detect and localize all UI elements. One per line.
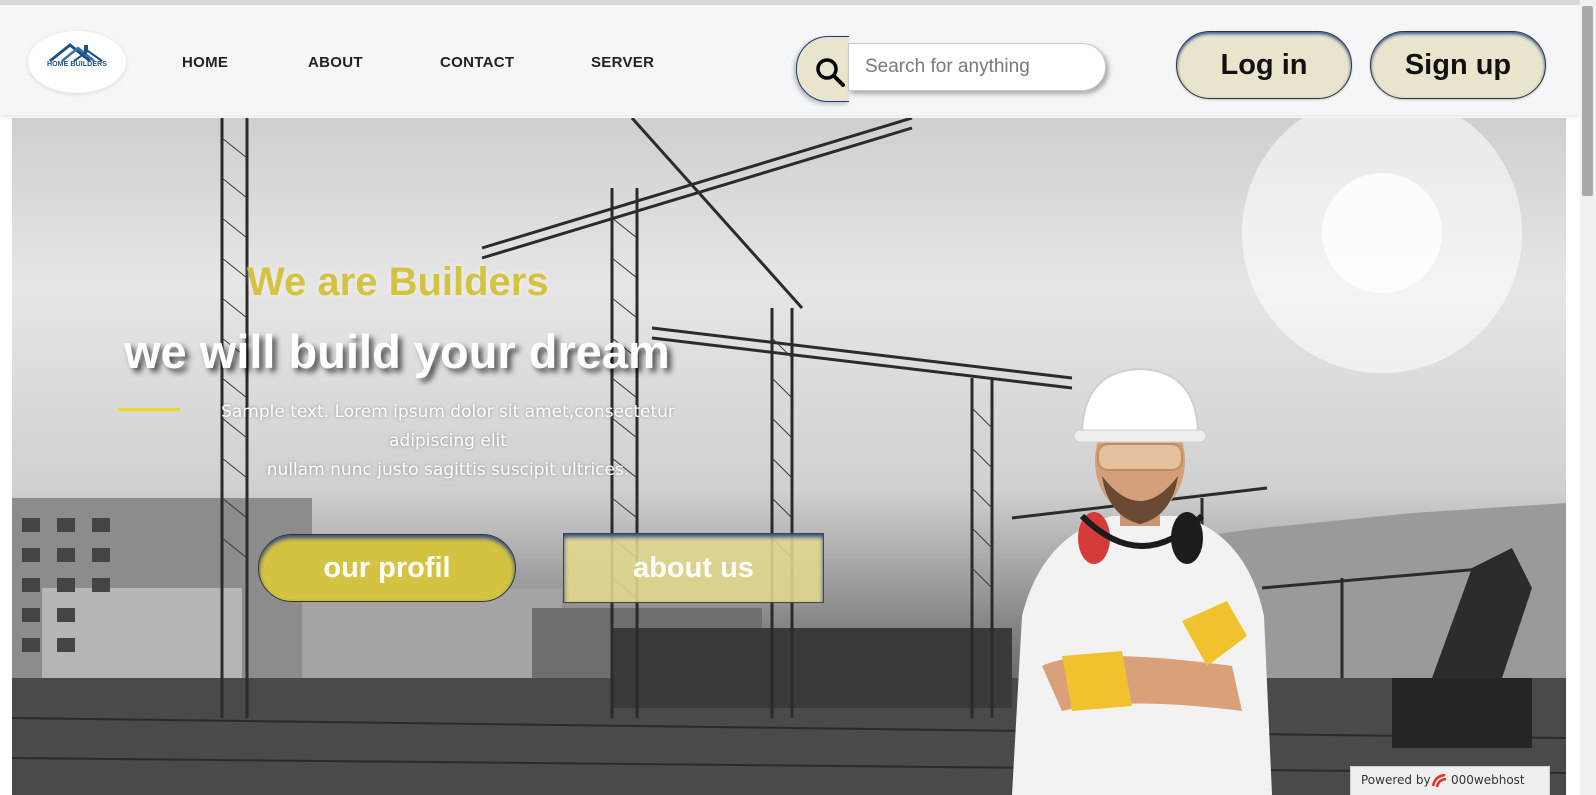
login-button[interactable]: Log in (1176, 31, 1352, 99)
our-profile-button[interactable]: our profil (258, 534, 516, 602)
about-us-button[interactable]: about us (563, 533, 824, 603)
search-button[interactable] (796, 36, 849, 102)
hero-text-line-2: adipiscing elit (389, 431, 507, 451)
hero-text-line-1: Sample text. Lorem ipsum dolor sit amet,… (221, 402, 675, 422)
nav-link-home[interactable]: HOME (182, 54, 228, 71)
powered-by-badge[interactable]: Powered by 000webhost (1350, 766, 1550, 795)
signup-button[interactable]: Sign up (1370, 31, 1546, 99)
hero-subtitle: We are Builders (247, 260, 549, 304)
webhost-logo-icon (1431, 773, 1447, 788)
navbar: HOME BUILDERS HOME ABOUT CONTACT SERVER … (0, 5, 1580, 115)
nav-link-server[interactable]: SERVER (591, 54, 654, 71)
hero-section: We are Builders we will build your dream… (12, 118, 1566, 795)
host-label: 000webhost (1451, 773, 1525, 787)
search-icon (816, 58, 845, 87)
powered-by-label: Powered by (1361, 773, 1431, 787)
site-logo[interactable]: HOME BUILDERS (28, 31, 126, 93)
search-input[interactable] (848, 43, 1106, 91)
logo-text: HOME BUILDERS (46, 61, 108, 68)
nav-link-about[interactable]: ABOUT (308, 54, 363, 71)
hero-title: we will build your dream (124, 325, 670, 378)
hero-description: Sample text. Lorem ipsum dolor sit amet,… (198, 398, 698, 485)
nav-link-contact[interactable]: CONTACT (440, 54, 514, 71)
accent-line (118, 408, 180, 411)
scrollbar-thumb[interactable] (1582, 6, 1593, 196)
construction-worker-image (1012, 367, 1272, 795)
hero-text-line-3: nullam nunc justo sagittis suscipit ultr… (266, 460, 630, 480)
